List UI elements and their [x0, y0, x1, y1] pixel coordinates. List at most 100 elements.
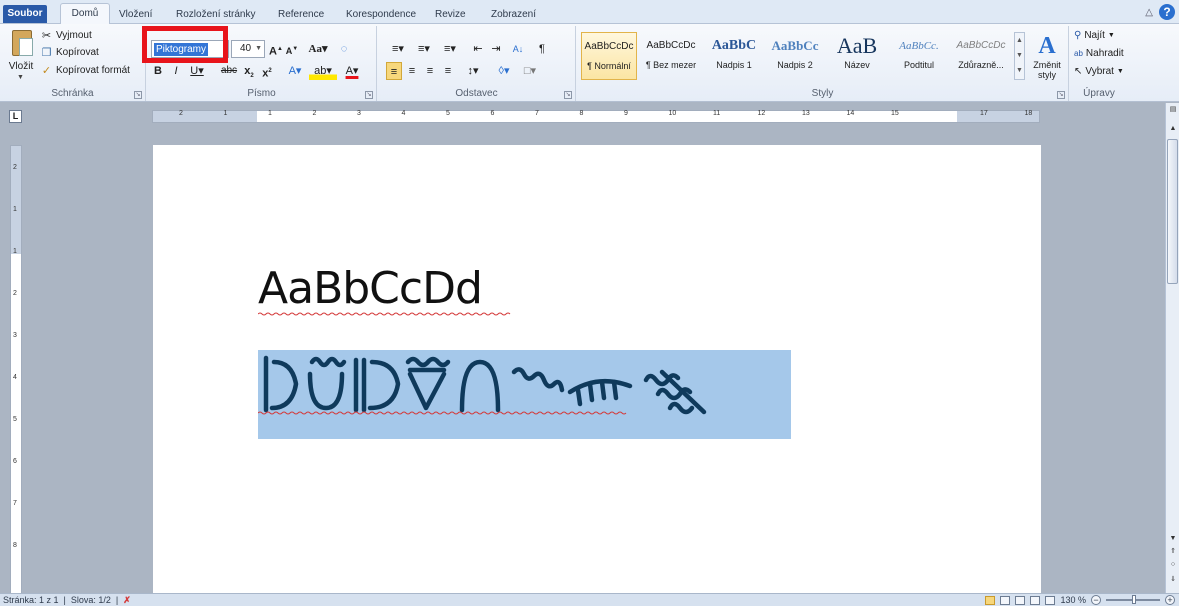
tab-file[interactable]: Soubor: [3, 5, 47, 23]
style-no-spacing[interactable]: AaBbCcDc ¶ Bez mezer: [643, 32, 699, 80]
numbering-button[interactable]: ≡▾: [412, 40, 436, 58]
superscript-button[interactable]: x2: [259, 62, 275, 80]
styles-gallery-scroll[interactable]: ▲ ▼ ▼: [1014, 32, 1025, 80]
line-spacing-button[interactable]: ↕▾: [462, 62, 484, 80]
ruler-number: 2: [312, 110, 317, 117]
copy-icon: ❐: [41, 46, 52, 59]
change-styles-button[interactable]: A Změnit styly: [1029, 32, 1065, 86]
shading-button[interactable]: ◊▾: [492, 62, 516, 80]
help-icon[interactable]: ?: [1159, 4, 1175, 20]
zoom-out-icon[interactable]: −: [1091, 595, 1101, 605]
zoom-slider[interactable]: [1106, 595, 1160, 604]
change-case-button[interactable]: Aa▾: [307, 40, 329, 58]
zoom-in-icon[interactable]: +: [1165, 595, 1175, 605]
show-marks-button[interactable]: ¶: [534, 40, 550, 58]
spelling-squiggle: [258, 411, 627, 415]
ruler-number: 2: [13, 164, 17, 171]
browse-object-icon[interactable]: ○: [1168, 561, 1178, 568]
ruler-number: 7: [13, 500, 17, 507]
vertical-scrollbar[interactable]: ▤ ▲ ▼ ⇑ ○ ⇓: [1165, 103, 1179, 593]
increase-indent-button[interactable]: ⇥: [488, 40, 504, 58]
outline-view-icon[interactable]: [1030, 595, 1041, 605]
zoom-slider-thumb[interactable]: [1132, 595, 1136, 604]
web-layout-view-icon[interactable]: [1015, 595, 1026, 605]
zoom-level[interactable]: 130 %: [1060, 594, 1086, 606]
style-sample: AaBbCcDc: [584, 41, 634, 52]
dialog-launcher-icon[interactable]: ↘: [365, 91, 373, 99]
full-screen-reading-view-icon[interactable]: [1000, 595, 1011, 605]
style-title[interactable]: AaB Název: [829, 32, 885, 80]
tab-review[interactable]: Revize: [431, 6, 470, 24]
chevron-down-icon: ▼: [1116, 68, 1124, 75]
chevron-down-icon[interactable]: ▼: [17, 74, 24, 81]
copy-button[interactable]: ❐ Kopírovat: [40, 45, 99, 61]
style-emphasis[interactable]: AaBbCcDc Zdůrazně...: [953, 32, 1009, 80]
font-color-button[interactable]: A▾: [340, 62, 364, 80]
next-page-icon[interactable]: ⇓: [1168, 575, 1178, 583]
font-group: Piktogramy 40 ▼ A▲ A▼ Aa▾ ◌ B I U▾ abc x…: [142, 26, 377, 101]
justify-button[interactable]: ≡: [440, 62, 456, 80]
font-size-combobox[interactable]: 40 ▼: [231, 40, 265, 58]
align-left-button[interactable]: ≡: [386, 62, 402, 80]
text-effects-button[interactable]: A▾: [283, 62, 307, 80]
dialog-launcher-icon[interactable]: ↘: [564, 91, 572, 99]
subscript-button[interactable]: x2: [241, 62, 257, 80]
vertical-ruler[interactable]: 2 1 1 2 3 4 5 6 7 8: [10, 145, 22, 595]
sort-button[interactable]: A↓: [510, 40, 526, 58]
tab-home[interactable]: Domů: [60, 3, 110, 25]
document-page[interactable]: AaBbCcDd: [153, 145, 1041, 600]
dialog-launcher-icon[interactable]: ↘: [1057, 91, 1065, 99]
word-count[interactable]: Slova: 1/2: [71, 594, 111, 606]
paste-button[interactable]: Vložit ▼: [4, 28, 38, 86]
selected-pictogram-text[interactable]: [258, 350, 791, 439]
align-right-button[interactable]: ≡: [422, 62, 438, 80]
scroll-down-icon[interactable]: ▼: [1168, 535, 1178, 542]
proofing-error-icon[interactable]: ✗: [123, 594, 131, 606]
strikethrough-button[interactable]: abc: [219, 62, 239, 80]
find-button[interactable]: ⚲ Najít ▼: [1074, 28, 1115, 44]
decrease-indent-button[interactable]: ⇤: [470, 40, 486, 58]
status-separator: |: [63, 595, 66, 605]
tab-references[interactable]: Reference: [274, 6, 328, 24]
replace-button[interactable]: ab Nahradit: [1074, 46, 1124, 62]
borders-button[interactable]: □▾: [518, 62, 542, 80]
format-painter-button[interactable]: ✓ Kopírovat formát: [40, 63, 130, 79]
draft-view-icon[interactable]: [1045, 595, 1056, 605]
clear-formatting-button[interactable]: ◌: [335, 40, 353, 58]
chevron-down-icon[interactable]: ▼: [255, 41, 262, 57]
bullets-button[interactable]: ≡▾: [386, 40, 410, 58]
cut-button[interactable]: ✂ Vyjmout: [40, 28, 92, 44]
tab-view[interactable]: Zobrazení: [487, 6, 540, 24]
page-indicator[interactable]: Stránka: 1 z 1: [3, 594, 59, 606]
style-heading-2[interactable]: AaBbCc Nadpis 2: [767, 32, 823, 80]
multilevel-list-button[interactable]: ≡▾: [438, 40, 462, 58]
tab-mailings[interactable]: Korespondence: [342, 6, 420, 24]
status-left: Stránka: 1 z 1 | Slova: 1/2 | ✗: [3, 594, 131, 606]
scrollbar-thumb[interactable]: [1167, 139, 1178, 284]
style-normal[interactable]: AaBbCcDc ¶ Normální: [581, 32, 637, 80]
style-heading-1[interactable]: AaBbC Nadpis 1: [706, 32, 762, 80]
underline-button[interactable]: U▾: [187, 62, 207, 80]
help-area: △ ?: [1145, 3, 1175, 21]
bold-button[interactable]: B: [151, 62, 165, 80]
highlight-color-button[interactable]: ab▾: [309, 62, 337, 80]
scissors-icon: ✂: [41, 29, 52, 42]
tab-insert[interactable]: Vložení: [115, 6, 156, 24]
grow-font-button[interactable]: A▲: [269, 40, 283, 58]
tab-page-layout[interactable]: Rozložení stránky: [172, 6, 259, 24]
italic-button[interactable]: I: [169, 62, 183, 80]
scroll-up-icon[interactable]: ▲: [1168, 125, 1178, 132]
document-sample-text[interactable]: AaBbCcDd: [258, 263, 483, 314]
print-layout-view-icon[interactable]: [985, 595, 996, 605]
dialog-launcher-icon[interactable]: ↘: [134, 91, 142, 99]
style-subtitle[interactable]: AaBbCc. Podtitul: [891, 32, 947, 80]
select-button[interactable]: ↖ Vybrat ▼: [1074, 64, 1124, 80]
ruler-left-margin: [153, 111, 257, 122]
tab-selector-button[interactable]: L: [9, 110, 22, 123]
align-center-button[interactable]: ≡: [404, 62, 420, 80]
minimize-ribbon-icon[interactable]: △: [1145, 7, 1153, 18]
horizontal-ruler[interactable]: 2 1 1 2 3 4 5 6 7 8 9 10 11 12 13 14 15 17 18: [152, 110, 1040, 123]
ruler-toggle-icon[interactable]: ▤: [1168, 105, 1178, 113]
shrink-font-button[interactable]: A▼: [285, 40, 299, 58]
previous-page-icon[interactable]: ⇑: [1168, 547, 1178, 555]
